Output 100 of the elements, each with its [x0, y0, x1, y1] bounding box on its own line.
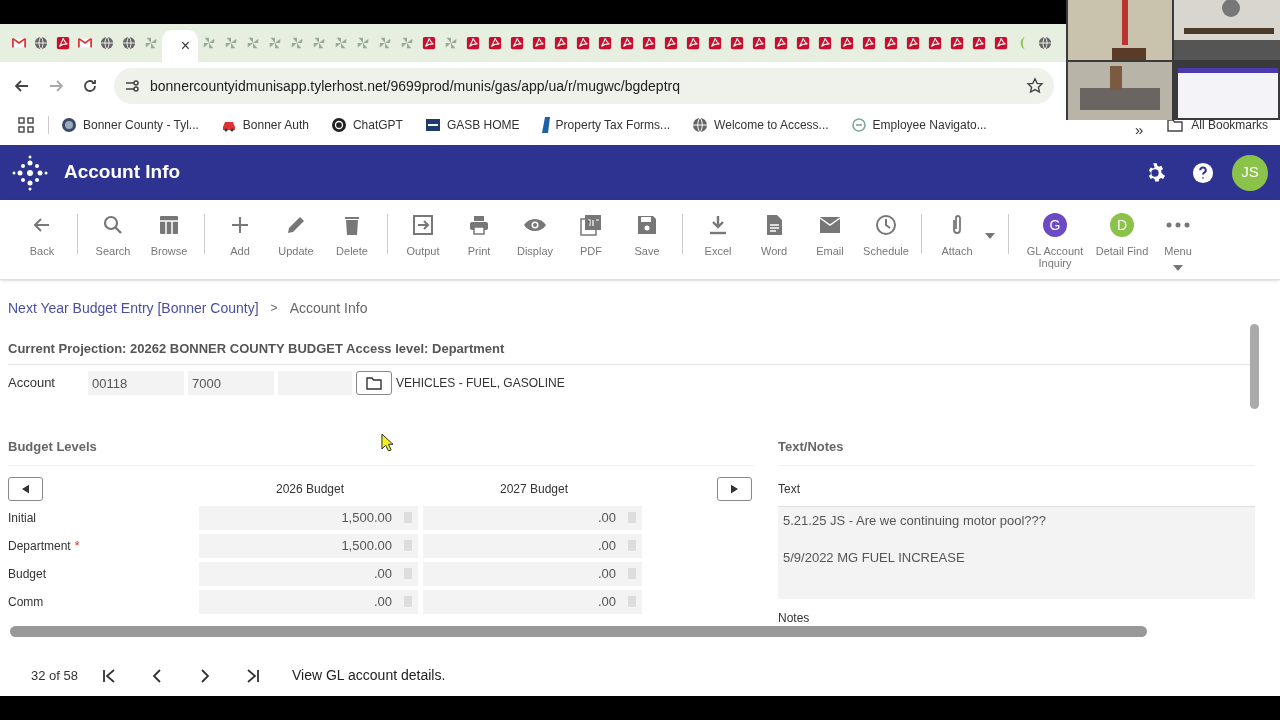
pdf-icon — [950, 36, 964, 50]
apps-grid-icon[interactable] — [18, 117, 34, 133]
pdf-icon — [56, 36, 70, 50]
amount-field[interactable]: .00 — [199, 589, 418, 614]
table-icon — [157, 213, 181, 237]
pdf-icon — [488, 36, 502, 50]
toolbar-button[interactable]: Save — [619, 213, 675, 257]
circle-icon — [850, 117, 867, 133]
toolbar-button[interactable]: Search — [85, 213, 141, 257]
pinwheel-icon — [224, 36, 238, 50]
text-area[interactable]: 5.21.25 JS - Are we continuing motor pool??? 5/9/2022 MG FUEL INCREASE — [778, 506, 1255, 599]
toolbar-button[interactable]: Update — [268, 213, 324, 257]
app-logo-icon[interactable] — [12, 154, 48, 191]
pdf-icon — [994, 36, 1008, 50]
pinwheel-icon — [290, 36, 304, 50]
pdf-icon — [642, 36, 656, 50]
toolbar-button[interactable]: Output — [395, 213, 451, 257]
toolbar-button[interactable]: D Detail Find — [1094, 213, 1150, 257]
toolbar-button[interactable]: Schedule — [858, 213, 914, 257]
right-triangle-icon — [731, 483, 738, 494]
next-record-icon[interactable] — [198, 668, 212, 683]
square-logo-icon — [424, 117, 441, 133]
address-bar[interactable]: bonnercountyidmunisapp.tylerhost.net/9699prod/munis/gas/app/ua/r/mugwc/bgdeptrq — [114, 68, 1054, 104]
bookmark-star-icon[interactable] — [1026, 77, 1044, 95]
toolbar-button[interactable]: Browse — [141, 213, 197, 257]
mail-icon — [78, 36, 92, 50]
browser-tab[interactable]: × — [162, 30, 198, 62]
pdf-icon — [554, 36, 568, 50]
toolbar-button[interactable]: G GL Account Inquiry — [1016, 213, 1094, 269]
amount-field[interactable]: .00 — [423, 533, 642, 558]
pdf-icon — [862, 36, 876, 50]
next-column-button[interactable] — [717, 476, 752, 501]
mouse-cursor-icon — [381, 433, 394, 452]
toolbar-button[interactable]: Display — [507, 213, 563, 257]
previous-column-button[interactable] — [8, 476, 43, 501]
toolbar-button[interactable]: Add — [212, 213, 268, 257]
account-segment-field[interactable]: 00118 — [88, 371, 184, 395]
first-record-icon[interactable] — [102, 668, 116, 683]
bookmark-link[interactable]: GASB HOME — [424, 116, 520, 134]
pdf-icon — [422, 36, 436, 50]
all-bookmarks-link[interactable]: All Bookmarks — [1167, 116, 1268, 134]
toolbar-button[interactable]: Print — [451, 213, 507, 257]
text-label: Text — [778, 479, 1255, 507]
last-record-icon[interactable] — [246, 668, 260, 683]
amount-field[interactable]: 1,500.00 — [199, 505, 418, 530]
column-header: 2026 Budget — [274, 480, 346, 498]
toolbar-button[interactable]: Menu — [1150, 213, 1206, 257]
toolbar-button[interactable]: Excel — [690, 213, 746, 257]
knot-icon — [330, 117, 347, 133]
amount-field[interactable]: .00 — [199, 561, 418, 586]
amount-field[interactable]: .00 — [423, 561, 642, 586]
bookmark-link[interactable]: Bonner Auth — [220, 116, 309, 134]
required-marker: * — [74, 537, 80, 555]
toolbar-button[interactable]: Attach — [929, 213, 985, 257]
bookmark-link[interactable]: Employee Navigato... — [850, 116, 987, 134]
breadcrumb-separator: > — [270, 300, 278, 317]
toolbar-button[interactable]: PDF — [563, 213, 619, 257]
globe-icon — [122, 36, 136, 50]
vertical-scrollbar[interactable] — [1250, 324, 1259, 409]
pdf-icon — [686, 36, 700, 50]
bookmark-label: Bonner County - Tyl... — [83, 117, 199, 134]
projection-text: Current Projection: 20262 BONNER COUNTY BUDGET Access level: Department — [8, 341, 505, 356]
breadcrumb-current: Account Info — [289, 298, 368, 318]
site-info-icon[interactable] — [124, 78, 140, 94]
pdf-icon — [598, 36, 612, 50]
bookmark-link[interactable]: Bonner County - Tyl... — [61, 116, 199, 134]
amount-field[interactable]: .00 — [423, 589, 642, 614]
close-tab-icon[interactable]: × — [180, 34, 190, 58]
toolbar-button[interactable]: Delete — [324, 213, 380, 257]
pdf-icon — [906, 36, 920, 50]
amount-field[interactable]: 1,500.00 — [199, 533, 418, 558]
more-bookmarks-button[interactable]: » — [1134, 123, 1144, 137]
toolbar-button[interactable]: Word — [746, 213, 802, 257]
globe-icon — [692, 117, 709, 133]
bookmark-label: Bonner Auth — [242, 117, 309, 134]
globe-icon — [1038, 36, 1052, 50]
bookmark-link[interactable]: ChatGPT — [330, 116, 403, 134]
pinwheel-icon — [356, 36, 370, 50]
pdf-icon — [510, 36, 524, 50]
toolbar-button[interactable]: Back — [14, 213, 70, 257]
caret-icon[interactable] — [985, 233, 995, 239]
caret-icon[interactable] — [1173, 265, 1183, 271]
notes-label: Notes — [778, 609, 811, 627]
breadcrumb-link[interactable]: Next Year Budget Entry [Bonner County] — [8, 297, 259, 319]
output-icon — [411, 213, 435, 237]
account-segment-field[interactable]: 7000 — [188, 371, 274, 395]
pdf-icon — [730, 36, 744, 50]
folder-lookup-button[interactable] — [356, 371, 392, 395]
horizontal-scrollbar[interactable] — [10, 626, 1147, 637]
row-label: Budget — [8, 565, 47, 583]
pdf-icon — [884, 36, 898, 50]
amount-field[interactable]: .00 — [423, 505, 642, 530]
help-icon[interactable] — [1192, 161, 1214, 184]
bookmark-link[interactable]: Welcome to Access... — [692, 116, 829, 134]
bookmark-link[interactable]: Property Tax Forms... — [541, 116, 671, 134]
status-message: View GL account details. — [292, 666, 446, 685]
toolbar-button[interactable]: Email — [802, 213, 858, 257]
pinwheel-icon — [400, 36, 414, 50]
pinwheel-icon — [144, 36, 158, 50]
previous-record-icon[interactable] — [150, 668, 164, 683]
